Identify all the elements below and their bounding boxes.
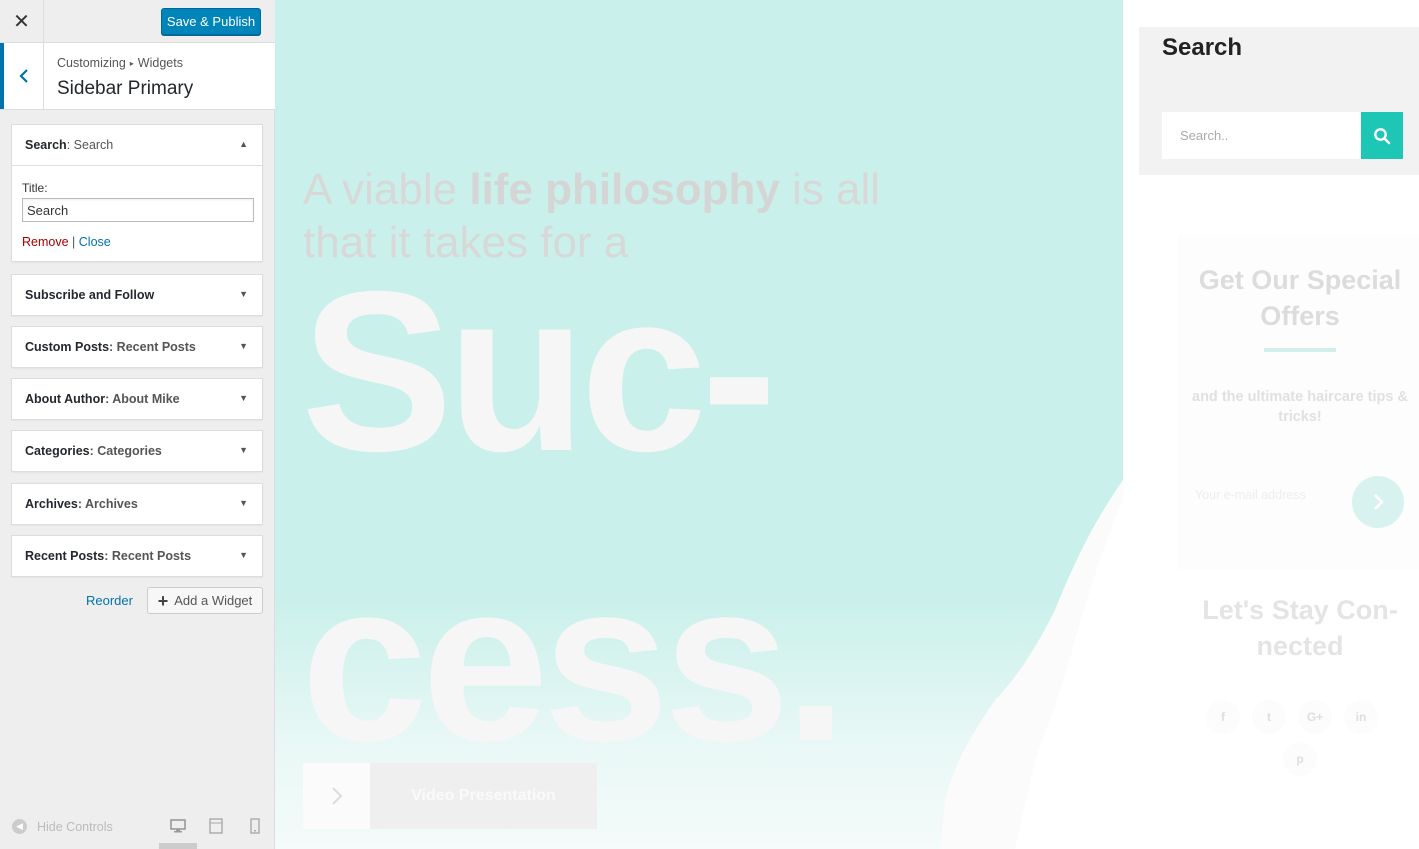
save-publish-button[interactable]: Save & Publish: [161, 8, 261, 35]
video-presentation-button[interactable]: Video Presentation: [370, 763, 597, 829]
title-label: Title:: [22, 181, 48, 195]
widget-name: Subscribe and Follow: [25, 288, 155, 302]
expand-arrow-icon[interactable]: ▼: [239, 445, 248, 455]
tagline-bold: life philosophy: [469, 165, 780, 214]
widget-subtitle: : Recent Posts: [104, 549, 192, 563]
stay-connected-title: Let's Stay Con-nected: [1202, 595, 1398, 661]
breadcrumb: Customizing ▸ Widgets: [57, 56, 183, 70]
back-button[interactable]: [0, 43, 44, 109]
sidebar-search-input[interactable]: [1162, 112, 1361, 159]
widget-name: Search: [25, 138, 67, 152]
widget-header[interactable]: Subscribe and Follow ▼: [12, 275, 262, 315]
customizer-panel: ✕ Save & Publish Customizing ▸ Widgets Sid…: [0, 0, 275, 849]
widget-header[interactable]: Recent Posts: Recent Posts ▼: [12, 536, 262, 576]
widget-name: About Author: [25, 392, 106, 406]
widget-archives[interactable]: Archives: Archives ▼: [11, 483, 263, 525]
offer-subtitle: and the ultimate haircare tips & tricks!: [1192, 389, 1408, 425]
close-link[interactable]: Close: [79, 235, 111, 249]
mobile-icon[interactable]: [246, 817, 264, 835]
section-header: Customizing ▸ Widgets Sidebar Primary: [0, 43, 275, 110]
linkedin-icon[interactable]: in: [1344, 700, 1378, 734]
google-plus-icon[interactable]: G+: [1298, 700, 1332, 734]
widget-about-author[interactable]: About Author: About Mike ▼: [11, 378, 263, 420]
widget-subtitle: : Recent Posts: [109, 340, 196, 354]
search-icon: [1374, 127, 1391, 144]
twitter-icon[interactable]: t: [1252, 700, 1286, 734]
tagline-pre: A viable: [303, 165, 470, 214]
expand-arrow-icon[interactable]: ▼: [239, 498, 248, 508]
widget-subtitle: : Archives: [77, 497, 138, 511]
site-preview: A viable life philosophy is all that it …: [275, 0, 1419, 849]
expand-arrow-icon[interactable]: ▼: [239, 393, 248, 403]
add-widget-button[interactable]: + Add a Widget: [147, 587, 263, 614]
preview-sidebar: Search Get Our Special Offers and the ul…: [1123, 0, 1419, 849]
hide-controls-label: Hide Controls: [37, 819, 113, 834]
widget-name: Categories: [25, 444, 90, 458]
widget-header[interactable]: Search: Search ▲: [12, 125, 262, 165]
widget-header[interactable]: Custom Posts: Recent Posts ▼: [12, 327, 262, 367]
expand-arrow-icon[interactable]: ▼: [239, 341, 248, 351]
chevron-left-icon: [18, 69, 28, 83]
widget-categories[interactable]: Categories: Categories ▼: [11, 430, 263, 472]
widget-search: Search: Search ▲ Title: Remove | Close: [11, 124, 263, 262]
hero-headline-line2: cess.: [301, 535, 848, 789]
breadcrumb-separator-icon: ▸: [129, 59, 134, 68]
title-input[interactable]: [22, 198, 254, 222]
customizer-footer: ◀ Hide Controls: [0, 805, 275, 849]
widget-recent-posts[interactable]: Recent Posts: Recent Posts ▼: [11, 535, 263, 577]
tablet-icon[interactable]: [207, 817, 225, 835]
widget-subtitle: : About Mike: [105, 392, 180, 406]
search-widget-title: Search: [1162, 34, 1243, 61]
widget-actions: Remove | Close: [22, 235, 252, 249]
customizer-header: ✕ Save & Publish: [0, 0, 275, 43]
separator: |: [72, 235, 76, 249]
widget-header[interactable]: Categories: Categories ▼: [12, 431, 262, 471]
collapse-circle-icon: ◀: [12, 819, 27, 834]
section-title: Sidebar Primary: [57, 78, 194, 99]
remove-link[interactable]: Remove: [22, 235, 69, 249]
widget-form: Title: Remove | Close: [12, 165, 262, 261]
widget-custom-posts[interactable]: Custom Posts: Recent Posts ▼: [11, 326, 263, 368]
widget-subscribe[interactable]: Subscribe and Follow ▼: [11, 274, 263, 316]
play-button[interactable]: [303, 763, 370, 829]
widget-name: Archives: [25, 497, 78, 511]
hero-headline-line1: Suc-: [301, 245, 777, 499]
widget-subtitle: : Search: [66, 138, 114, 152]
facebook-icon[interactable]: f: [1206, 700, 1240, 734]
plus-icon: +: [157, 590, 169, 611]
chevron-right-icon: [331, 787, 342, 805]
breadcrumb-leaf: Widgets: [137, 56, 183, 70]
collapse-arrow-icon[interactable]: ▲: [239, 139, 248, 149]
expand-arrow-icon[interactable]: ▼: [239, 550, 248, 560]
active-device-indicator: [159, 843, 197, 849]
chevron-right-icon: [1374, 494, 1384, 510]
widget-header[interactable]: Archives: Archives ▼: [12, 484, 262, 524]
breadcrumb-root: Customizing: [57, 56, 126, 70]
widget-name: Custom Posts: [25, 340, 110, 354]
close-icon: ✕: [13, 11, 30, 33]
widget-subtitle: : Categories: [89, 444, 162, 458]
subscribe-submit-button[interactable]: [1352, 476, 1404, 528]
offer-title: Get Our Special Offers: [1198, 265, 1402, 331]
widget-name: Recent Posts: [25, 549, 105, 563]
widget-header[interactable]: About Author: About Mike ▼: [12, 379, 262, 419]
email-input[interactable]: [1195, 488, 1355, 502]
reorder-link[interactable]: Reorder: [86, 593, 133, 608]
sidebar-search-button[interactable]: [1361, 112, 1403, 159]
hide-controls-button[interactable]: ◀ Hide Controls: [12, 819, 113, 834]
offer-divider: [1264, 348, 1336, 352]
close-customizer-button[interactable]: ✕: [0, 0, 44, 43]
hero-section: A viable life philosophy is all that it …: [275, 0, 1123, 849]
desktop-icon[interactable]: [169, 817, 187, 835]
expand-arrow-icon[interactable]: ▼: [239, 289, 248, 299]
pinterest-icon[interactable]: p: [1283, 742, 1317, 776]
add-widget-label: Add a Widget: [174, 593, 253, 608]
